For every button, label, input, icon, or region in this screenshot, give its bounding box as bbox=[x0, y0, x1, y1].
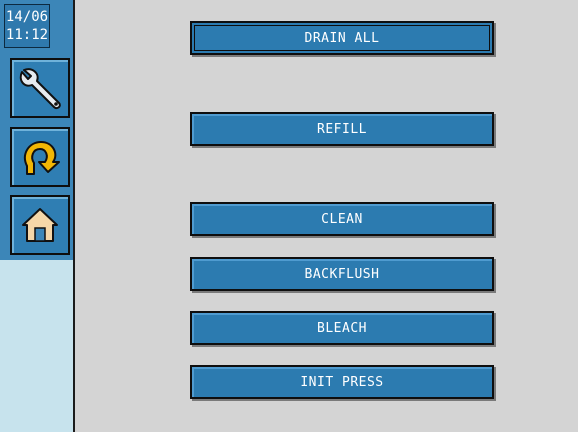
backflush-button[interactable]: BACKFLUSH bbox=[190, 257, 494, 291]
clock-time: 11:12 bbox=[5, 27, 49, 43]
wrench-icon bbox=[14, 62, 66, 114]
home-icon bbox=[18, 203, 62, 247]
clock-display: 14/06 11:12 bbox=[4, 4, 50, 48]
back-button[interactable] bbox=[10, 127, 70, 187]
bleach-button[interactable]: BLEACH bbox=[190, 311, 494, 345]
settings-button[interactable] bbox=[10, 58, 70, 118]
return-arrow-icon bbox=[15, 132, 65, 182]
sidebar: 14/06 11:12 bbox=[0, 0, 75, 432]
init-press-button[interactable]: INIT PRESS bbox=[190, 365, 494, 399]
clock-date: 14/06 bbox=[5, 9, 49, 25]
clean-button[interactable]: CLEAN bbox=[190, 202, 494, 236]
drain-all-button[interactable]: DRAIN ALL bbox=[190, 21, 494, 55]
refill-button[interactable]: REFILL bbox=[190, 112, 494, 146]
home-button[interactable] bbox=[10, 195, 70, 255]
sidebar-toolbar: 14/06 11:12 bbox=[0, 0, 73, 260]
